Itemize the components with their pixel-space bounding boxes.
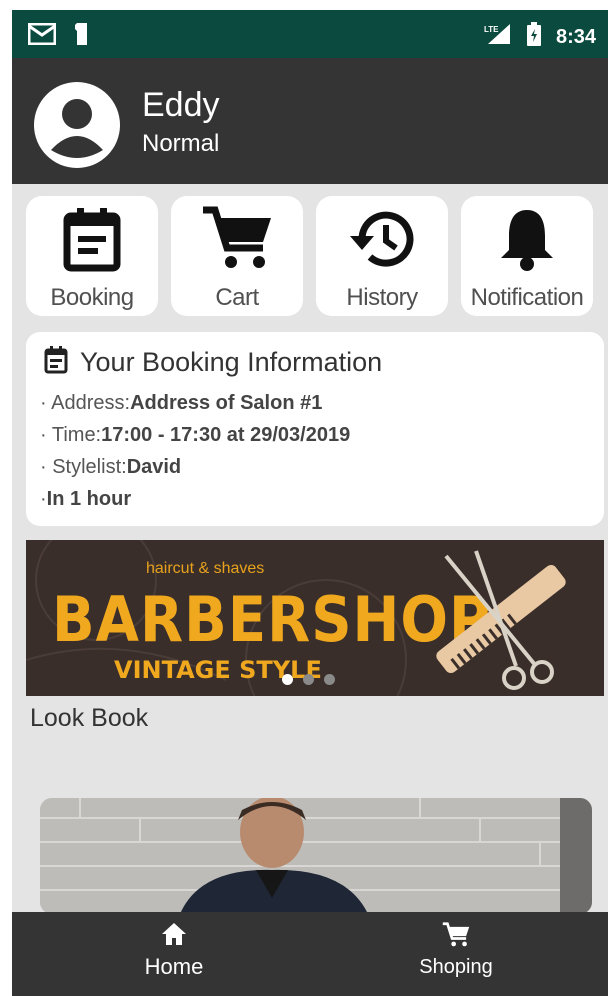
account-circle-icon[interactable] <box>34 82 120 168</box>
lookbook-heading: Look Book <box>30 704 149 732</box>
booking-info-card[interactable]: Your Booking Information · Address:Addre… <box>26 332 604 526</box>
bottom-navigation: Home Shoping <box>12 912 608 996</box>
promo-banner-slider[interactable]: haircut & shaves BARBERSHOP VINTAGE STYL… <box>26 540 604 696</box>
history-icon <box>346 206 418 276</box>
lookbook-photo-image <box>40 798 592 914</box>
menu-notification-label: Notification <box>470 284 584 311</box>
menu-cart-label: Cart <box>215 284 259 311</box>
time-label: Time: <box>51 424 102 446</box>
address-value: Address of Salon #1 <box>130 392 323 414</box>
booking-address: · Address:Address of Salon #1 <box>40 392 323 414</box>
user-name: Eddy <box>142 86 220 124</box>
lookbook-photo[interactable] <box>40 798 592 914</box>
comb-scissors-icon <box>406 546 596 696</box>
banner-subtitle: haircut & shaves <box>146 560 265 577</box>
menu-history-label: History <box>346 284 418 311</box>
cart-icon <box>442 922 470 952</box>
user-level: Normal <box>142 130 220 157</box>
nav-shoping-label: Shoping <box>419 956 493 978</box>
eta-value: In 1 hour <box>46 488 132 510</box>
sd-card-icon <box>74 22 90 50</box>
nav-shoping-tab[interactable]: Shoping <box>376 922 536 979</box>
app-screen: LTE 8:34 Eddy Normal Booking Cart Histor… <box>12 10 608 996</box>
home-icon <box>161 923 187 950</box>
menu-cart-button[interactable]: Cart <box>171 196 303 316</box>
nav-home-label: Home <box>144 954 204 979</box>
menu-notification-button[interactable]: Notification <box>461 196 593 316</box>
menu-booking-label: Booking <box>50 284 134 311</box>
booking-time: · Time:17:00 - 17:30 at 29/03/2019 <box>40 424 351 446</box>
slider-dot[interactable] <box>303 674 314 685</box>
booking-stylist: · Stylelist:David <box>40 456 182 478</box>
bell-icon <box>496 206 558 276</box>
slider-pagination <box>282 674 335 685</box>
booking-info-title: Your Booking Information <box>80 346 383 377</box>
address-label: Address: <box>51 392 131 414</box>
profile-header: Eddy Normal <box>12 58 608 184</box>
cart-icon <box>201 206 273 276</box>
menu-history-button[interactable]: History <box>316 196 448 316</box>
slider-dot[interactable] <box>324 674 335 685</box>
status-bar: LTE 8:34 <box>12 10 608 58</box>
lte-signal-icon: LTE <box>484 23 512 51</box>
quick-menu: Booking Cart History Notification <box>26 196 596 316</box>
slider-dot-active[interactable] <box>282 674 293 685</box>
clock-time: 8:34 <box>555 25 596 48</box>
mail-icon <box>27 22 57 49</box>
booking-eta: ·In 1 hour <box>40 488 132 510</box>
svg-text:LTE: LTE <box>484 25 499 34</box>
calendar-icon <box>44 346 68 378</box>
calendar-icon <box>59 206 125 276</box>
time-value: 17:00 - 17:30 at 29/03/2019 <box>101 424 351 446</box>
nav-home-tab[interactable]: Home <box>94 922 254 980</box>
menu-booking-button[interactable]: Booking <box>26 196 158 316</box>
stylist-label: Stylelist: <box>52 456 127 478</box>
stylist-value: David <box>126 456 182 478</box>
battery-icon <box>526 22 542 52</box>
